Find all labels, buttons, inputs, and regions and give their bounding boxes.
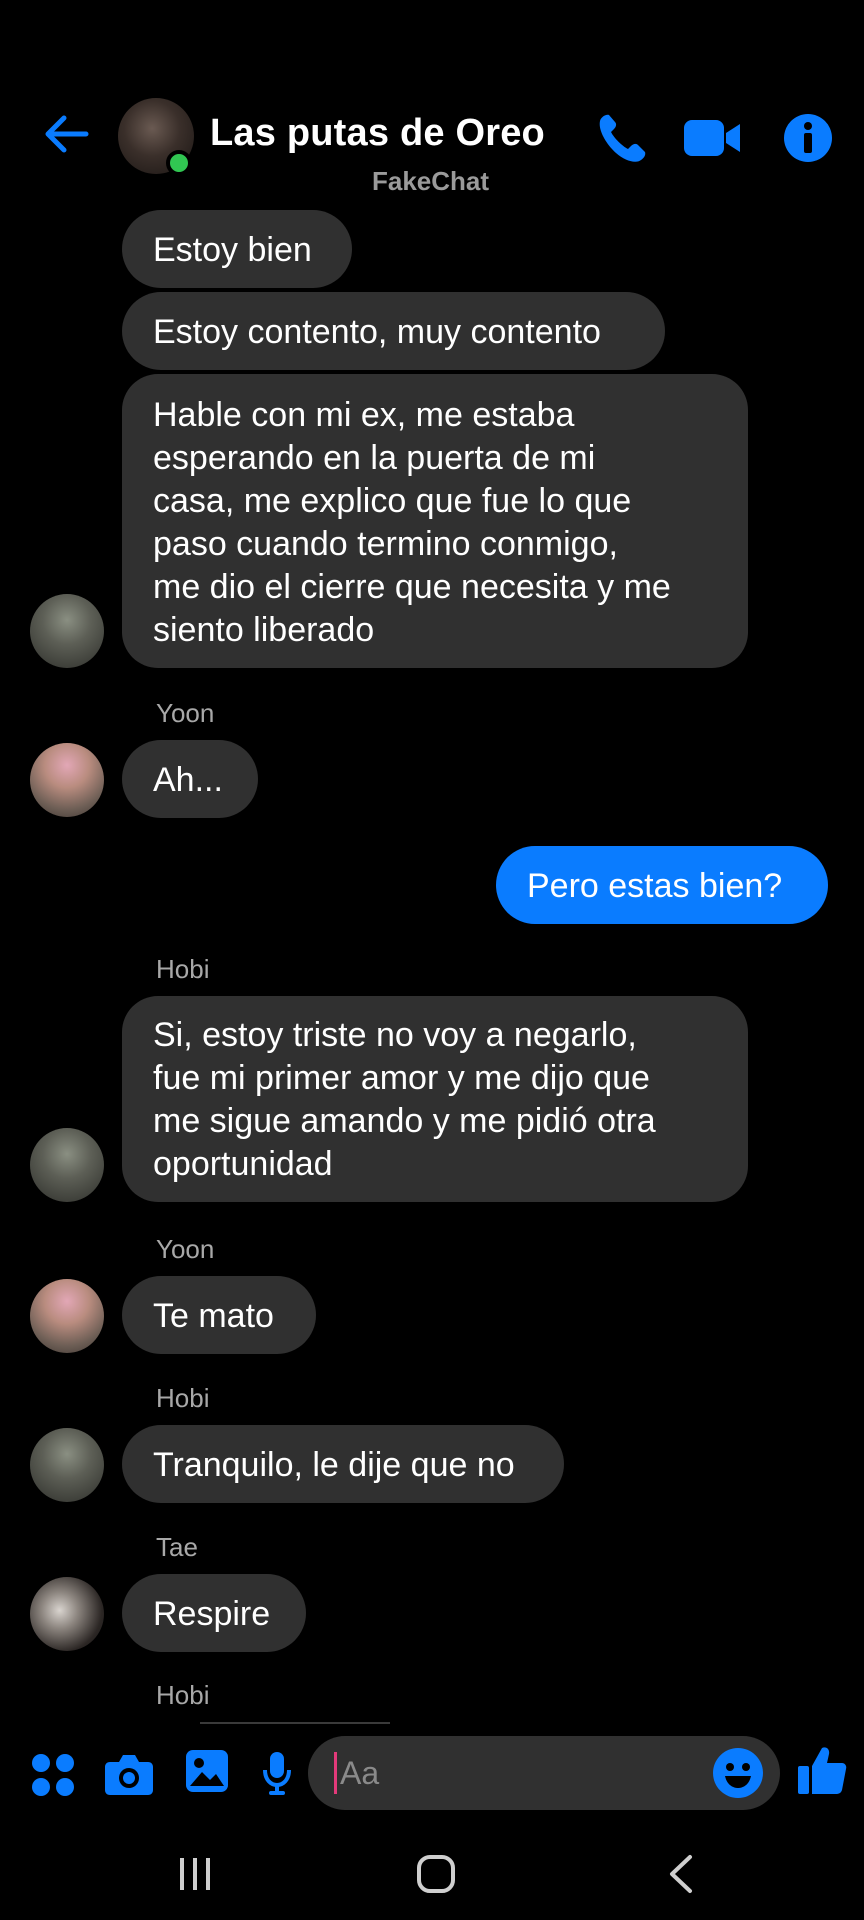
text-cursor xyxy=(334,1752,337,1794)
phone-icon[interactable] xyxy=(594,110,650,166)
message-bubble[interactable]: Tranquilo, le dije que no xyxy=(122,1425,564,1503)
back-icon[interactable] xyxy=(666,1854,694,1894)
back-arrow-icon[interactable] xyxy=(42,110,90,158)
my-message-bubble[interactable]: Pero estas bien? xyxy=(496,846,828,924)
message-bubble[interactable]: Ah... xyxy=(122,740,258,818)
sender-name: Hobi xyxy=(156,1383,210,1413)
sender-name: Hobi xyxy=(156,954,210,984)
sender-avatar[interactable] xyxy=(30,1279,104,1353)
camera-icon[interactable] xyxy=(104,1750,154,1796)
online-status-dot xyxy=(166,150,192,176)
emoji-icon[interactable] xyxy=(712,1747,764,1799)
recents-icon[interactable] xyxy=(178,1856,212,1892)
message-bubble[interactable]: Hable con mi ex, me estaba esperando en … xyxy=(122,374,748,668)
sender-name: Yoon xyxy=(156,1234,215,1264)
sender-avatar[interactable] xyxy=(30,1577,104,1651)
thumbs-up-icon[interactable] xyxy=(796,1744,848,1796)
sender-avatar[interactable] xyxy=(30,1128,104,1202)
gallery-icon[interactable] xyxy=(184,1748,230,1794)
home-icon[interactable] xyxy=(416,1854,456,1894)
video-camera-icon[interactable] xyxy=(682,114,742,162)
message-bubble[interactable]: Si, estoy triste no voy a negarlo, fue m… xyxy=(122,996,748,1202)
sender-name: Tae xyxy=(156,1532,198,1562)
sender-name: Yoon xyxy=(156,698,215,728)
message-bubble[interactable]: Estoy bien xyxy=(122,210,352,288)
sender-avatar[interactable] xyxy=(30,743,104,817)
chat-title[interactable]: Las putas de Oreo xyxy=(210,112,545,155)
microphone-icon[interactable] xyxy=(262,1750,292,1796)
info-icon[interactable] xyxy=(782,112,834,164)
message-bubble[interactable]: Respire xyxy=(122,1574,306,1652)
sender-name: Hobi xyxy=(156,1680,210,1710)
message-bubble[interactable]: Estoy contento, muy contento xyxy=(122,292,665,370)
sender-avatar[interactable] xyxy=(30,594,104,668)
apps-icon[interactable] xyxy=(30,1752,76,1798)
message-bubble[interactable]: Te mato xyxy=(122,1276,316,1354)
sender-avatar[interactable] xyxy=(30,1428,104,1502)
chat-subtitle: FakeChat xyxy=(372,166,490,196)
message-input[interactable] xyxy=(340,1752,690,1794)
partial-message-bubble xyxy=(200,1722,390,1724)
